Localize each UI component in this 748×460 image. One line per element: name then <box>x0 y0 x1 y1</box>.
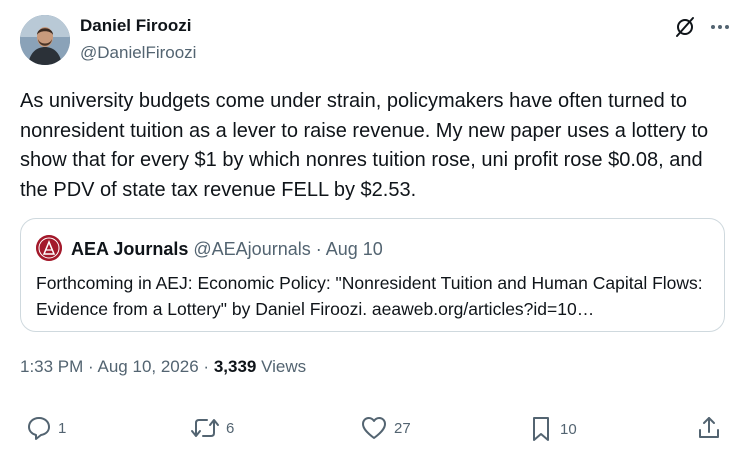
tweet-meta: 1:33 PM · Aug 10, 2026 · 3,339 Views <box>20 357 306 377</box>
repost-icon <box>191 419 219 437</box>
bookmark-icon <box>533 417 549 441</box>
like-count: 27 <box>394 419 411 437</box>
quoted-text: Forthcoming in AEJ: Economic Policy: "No… <box>36 273 703 319</box>
tweet-text: As university budgets come under strain,… <box>20 90 709 201</box>
views-count: 3,339 <box>213 357 257 376</box>
action-bar: 1 6 27 10 <box>0 415 748 449</box>
reply-count: 1 <box>58 419 67 437</box>
author-handle[interactable]: @DanielFiroozi <box>80 43 196 63</box>
top-icons <box>674 16 730 38</box>
aea-logo-icon <box>36 235 62 261</box>
bookmark-button[interactable]: 10 <box>528 415 577 443</box>
quoted-separator: · <box>315 239 322 259</box>
quoted-date[interactable]: Aug 10 <box>326 239 383 259</box>
views-label: Views <box>261 357 307 376</box>
author-name[interactable]: Daniel Firoozi <box>80 16 191 36</box>
share-icon <box>699 417 719 438</box>
heart-icon <box>362 417 386 439</box>
like-button[interactable]: 27 <box>360 415 411 441</box>
repost-count: 6 <box>226 419 235 437</box>
quoted-tweet[interactable]: AEA Journals @AEAjournals · Aug 10 Forth… <box>20 218 725 332</box>
avatar-photo <box>20 15 70 65</box>
meta-separator: · <box>203 357 210 376</box>
bookmark-count: 10 <box>560 420 577 438</box>
grok-icon[interactable] <box>674 16 696 38</box>
quoted-author-name[interactable]: AEA Journals <box>71 239 188 259</box>
reply-icon <box>28 417 50 440</box>
quoted-author-handle[interactable]: @AEAjournals <box>193 239 310 259</box>
meta-separator: · <box>88 357 94 376</box>
tweet-time[interactable]: 1:33 PM <box>20 357 83 376</box>
more-icon[interactable] <box>710 17 730 37</box>
author-avatar[interactable] <box>20 15 70 65</box>
reply-button[interactable]: 1 <box>26 415 66 441</box>
repost-button[interactable]: 6 <box>190 415 234 441</box>
share-button[interactable] <box>696 415 722 441</box>
tweet-date[interactable]: Aug 10, 2026 <box>98 357 199 376</box>
quoted-header: AEA Journals @AEAjournals · Aug 10 <box>71 239 383 260</box>
